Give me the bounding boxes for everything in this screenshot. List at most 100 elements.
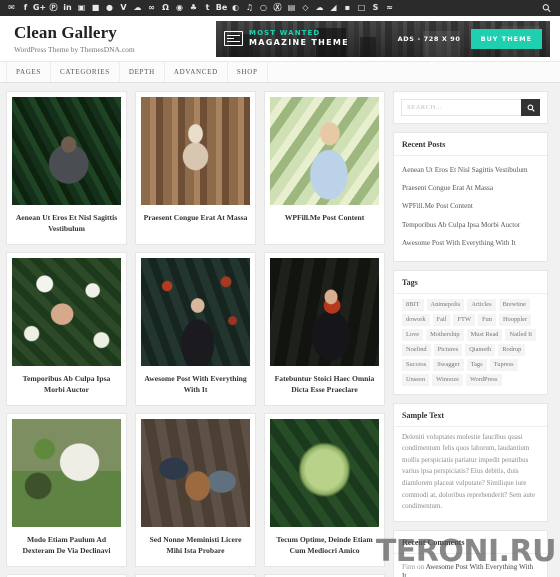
gallery-card[interactable]: Awesome Post With Everything With It <box>135 252 256 406</box>
google-plus-icon[interactable]: G+ <box>33 3 46 14</box>
flattr-icon[interactable]: ∞ <box>146 3 157 14</box>
post-thumbnail-bicycle-grass[interactable] <box>12 419 121 527</box>
snapchat-icon[interactable]: □ <box>356 3 367 14</box>
gallery-card[interactable]: Sed Nonne Meministi Licere Mihi Ista Pro… <box>135 413 256 567</box>
apple-icon[interactable]: ▪ <box>342 3 353 14</box>
tag-link[interactable]: Hooppler <box>498 313 532 326</box>
pinterest-icon[interactable]: Ⓟ <box>48 3 59 14</box>
thumbnail-image <box>12 419 121 527</box>
lastfm-icon[interactable]: ♫ <box>244 3 255 14</box>
twitter-icon[interactable]: ✉ <box>6 3 17 14</box>
nav-item-categories[interactable]: CATEGORIES <box>51 62 120 82</box>
gallery-card[interactable]: Temporibus Ab Culpa Ipsa Morbi Auctor <box>6 252 127 406</box>
nav-item-pages[interactable]: PAGES <box>6 62 52 82</box>
post-thumbnail-heart-hedge[interactable] <box>270 419 379 527</box>
banner-ad-size-label: ADS - 728 X 90 <box>397 34 461 43</box>
post-thumbnail-dark-redhead-scarf[interactable] <box>270 258 379 366</box>
post-title[interactable]: Temporibus Ab Culpa Ipsa Morbi Auctor <box>12 366 121 402</box>
rss-icon[interactable]: ≈ <box>384 3 395 14</box>
tag-link[interactable]: WordPress <box>465 373 502 386</box>
gallery-card[interactable]: Tecum Optime, Deinde Etiam Cum Mediocri … <box>264 413 385 567</box>
tag-link[interactable]: Tags <box>466 358 487 371</box>
post-title[interactable]: WPFill.Me Post Content <box>270 205 379 230</box>
recent-post-link[interactable]: Praesent Congue Erat At Massa <box>402 179 539 197</box>
reddit-icon[interactable]: ◉ <box>174 3 185 14</box>
main-navigation: PAGES CATEGORIES DEPTH ADVANCED SHOP <box>0 61 560 83</box>
renren-icon[interactable]: ◐ <box>230 3 241 14</box>
post-thumbnail-forest-green-coat[interactable] <box>12 97 121 205</box>
recent-post-link[interactable]: WPFill.Me Post Content <box>402 198 539 216</box>
tag-link[interactable]: 8BIT <box>402 298 424 311</box>
post-title[interactable]: Modo Etiam Paulum Ad Dexteram De Via Dec… <box>12 527 121 563</box>
header-banner-ad[interactable]: MOST WANTED MAGAZINE THEME ADS - 728 X 9… <box>216 20 550 57</box>
gallery-card[interactable]: WPFill.Me Post Content <box>264 91 385 245</box>
weibo-icon[interactable]: ☁ <box>314 3 325 14</box>
tag-link[interactable]: Nailed It <box>505 328 537 341</box>
post-title[interactable]: Tecum Optime, Deinde Etiam Cum Mediocri … <box>270 527 379 563</box>
deviantart-icon[interactable]: ◢ <box>328 3 339 14</box>
post-thumbnail-sunny-blonde[interactable] <box>270 97 379 205</box>
vimeo-icon[interactable]: V <box>118 3 129 14</box>
banner-line-2: MAGAZINE THEME <box>249 38 349 47</box>
tag-link[interactable]: Fun <box>477 313 496 326</box>
nav-item-shop[interactable]: SHOP <box>228 62 268 82</box>
tag-link[interactable]: Mothership <box>426 328 464 341</box>
post-title[interactable]: Awesome Post With Everything With It <box>141 366 250 402</box>
soundcloud-icon[interactable]: ☁ <box>132 3 143 14</box>
tag-link[interactable]: Must Read <box>466 328 503 341</box>
tag-link[interactable]: Unseen <box>402 373 430 386</box>
tag-link[interactable]: Swagger <box>433 358 464 371</box>
facebook-icon[interactable]: f <box>20 3 31 14</box>
tag-link[interactable]: dowork <box>402 313 430 326</box>
tag-link[interactable]: Tupress <box>489 358 518 371</box>
yelp-icon[interactable]: ♣ <box>188 3 199 14</box>
recent-post-link[interactable]: Aenean Ut Eros Et Nisl Sagittis Vestibul… <box>402 161 539 179</box>
nav-item-depth[interactable]: DEPTH <box>120 62 165 82</box>
tag-link[interactable]: Winooze <box>432 373 463 386</box>
site-description: WordPress Theme by ThemesDNA.com <box>14 44 135 54</box>
ello-icon[interactable]: ○ <box>258 3 269 14</box>
tag-link[interactable]: Fail <box>432 313 451 326</box>
recent-post-link[interactable]: Temporibus Ab Culpa Ipsa Morbi Auctor <box>402 216 539 234</box>
search-input[interactable] <box>401 99 521 116</box>
gallery-card[interactable]: Praesent Congue Erat At Massa <box>135 91 256 245</box>
gallery-card[interactable]: Fatebuntur Stoici Haec Omnia Dicta Esse … <box>264 252 385 406</box>
tag-link[interactable]: FTW <box>453 313 475 326</box>
post-title[interactable]: Aenean Ut Eros Et Nisl Sagittis Vestibul… <box>12 205 121 241</box>
site-title[interactable]: Clean Gallery <box>14 23 135 43</box>
flickr-icon[interactable]: ■ <box>90 3 101 14</box>
post-title[interactable]: Fatebuntur Stoici Haec Omnia Dicta Esse … <box>270 366 379 402</box>
tag-link[interactable]: Success <box>402 358 431 371</box>
behance-icon[interactable]: Be <box>216 3 228 14</box>
tag-link[interactable]: Qiameth <box>465 343 496 356</box>
post-title[interactable]: Sed Nonne Meministi Licere Mihi Ista Pro… <box>141 527 250 563</box>
buy-theme-button[interactable]: BUY THEME <box>470 28 542 49</box>
post-thumbnail-autumn-leaves[interactable] <box>141 97 250 205</box>
tag-link[interactable]: Love <box>402 328 424 341</box>
instagram-icon[interactable]: ▣ <box>76 3 87 14</box>
tag-link[interactable]: Articles <box>467 298 496 311</box>
gallery-card[interactable]: Aenean Ut Eros Et Nisl Sagittis Vestibul… <box>6 91 127 245</box>
headphones-icon[interactable]: Ω <box>160 3 171 14</box>
tag-link[interactable]: Rodrup <box>498 343 526 356</box>
search-submit-button[interactable] <box>521 99 540 116</box>
post-thumbnail-berries-dark[interactable] <box>141 258 250 366</box>
tag-link[interactable]: Brewtine <box>498 298 530 311</box>
tumblr-icon[interactable]: t <box>202 3 213 14</box>
tag-link[interactable]: Noelind <box>402 343 431 356</box>
tag-link[interactable]: Animepolis <box>426 298 465 311</box>
xing-icon[interactable]: Ⓧ <box>272 3 283 14</box>
recent-post-link[interactable]: Awesome Post With Everything With It <box>402 234 539 252</box>
skype-icon[interactable]: S <box>370 3 381 14</box>
gallery-card[interactable]: Modo Etiam Paulum Ad Dexteram De Via Dec… <box>6 413 127 567</box>
post-thumbnail-white-flowers-redhead[interactable] <box>12 258 121 366</box>
post-thumbnail-dog-children[interactable] <box>141 419 250 527</box>
linkedin-icon[interactable]: in <box>62 3 73 14</box>
dribbble-icon[interactable]: ● <box>104 3 115 14</box>
tag-link[interactable]: Pictures <box>433 343 463 356</box>
nav-item-advanced[interactable]: ADVANCED <box>165 62 228 82</box>
post-title[interactable]: Praesent Congue Erat At Massa <box>141 205 250 230</box>
bandcamp-icon[interactable]: ▤ <box>286 3 297 14</box>
codepen-icon[interactable]: ◇ <box>300 3 311 14</box>
topbar-search-icon[interactable] <box>541 3 552 14</box>
